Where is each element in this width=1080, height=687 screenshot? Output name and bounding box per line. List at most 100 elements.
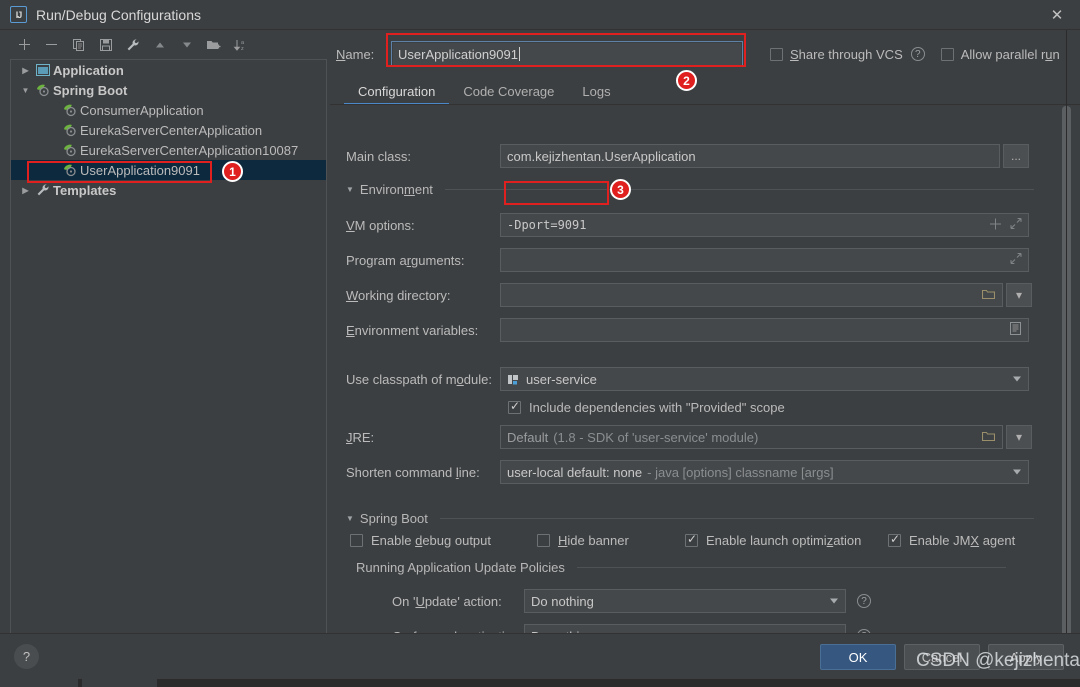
environment-variables-label: Environment variables: (346, 322, 479, 338)
question-icon[interactable]: ? (857, 594, 871, 608)
on-update-action-label: On 'Update' action: (392, 593, 502, 609)
main-class-input[interactable]: com.kejizhentan.UserApplication (500, 144, 1000, 168)
annotation-badge-3: 3 (610, 179, 631, 200)
tree-item-eureka-server-center-application[interactable]: EurekaServerCenterApplication (11, 120, 326, 140)
jre-label: JRE: (346, 429, 375, 445)
share-through-vcs-checkbox[interactable] (770, 47, 783, 61)
hide-banner-row: Hide banner (537, 533, 629, 548)
share-through-vcs-label: Share through VCS (790, 46, 903, 62)
chevron-down-icon[interactable]: ▼ (346, 185, 354, 194)
jre-input[interactable]: Default (1.8 - SDK of 'user-service' mod… (500, 425, 1003, 449)
tree-item-user-application-9091[interactable]: UserApplication9091 (11, 160, 326, 180)
window-title: Run/Debug Configurations (36, 6, 201, 23)
enable-launch-optimization-label: Enable launch optimization (706, 533, 862, 548)
tree-item-label: Application (53, 62, 124, 78)
chevron-right-icon[interactable]: ▶ (17, 66, 34, 75)
expand-icon[interactable] (1010, 217, 1022, 233)
working-directory-label: Working directory: (346, 287, 451, 303)
main-class-value: com.kejizhentan.UserApplication (507, 148, 696, 164)
question-icon[interactable]: ? (910, 47, 925, 61)
shorten-command-line-combobox[interactable]: user-local default: none - java [options… (500, 460, 1029, 484)
use-classpath-of-module-row: Use classpath of module: user-service (330, 367, 1029, 391)
tab-configuration[interactable]: Configuration (344, 78, 450, 105)
jre-row: JRE: Default (1.8 - SDK of 'user-service… (330, 425, 1032, 449)
use-classpath-of-module-combobox[interactable]: user-service (500, 367, 1029, 391)
program-arguments-row: Program arguments: (330, 248, 1029, 272)
save-configuration-button[interactable] (93, 32, 118, 57)
sort-configurations-button[interactable]: a z (228, 32, 253, 57)
move-down-button[interactable] (174, 32, 199, 57)
environment-section-header[interactable]: ▼ Environment (346, 182, 1034, 197)
annotation-badge-2: 2 (676, 70, 697, 91)
vm-options-label: VM options: (346, 217, 415, 233)
vm-options-input[interactable]: -Dport=9091 (500, 213, 1029, 237)
chevron-down-icon[interactable]: ▼ (17, 86, 34, 95)
main-class-row: Main class: com.kejizhentan.UserApplicat… (330, 144, 1029, 168)
list-icon[interactable] (1010, 322, 1021, 338)
tree-item-label: EurekaServerCenterApplication (80, 122, 263, 138)
environment-variables-input[interactable] (500, 318, 1029, 342)
help-button[interactable]: ? (14, 644, 39, 669)
section-divider (444, 189, 1034, 190)
folder-icon[interactable] (981, 288, 996, 303)
shorten-command-line-value: user-local default: none (507, 464, 643, 480)
tab-logs[interactable]: Logs (568, 78, 624, 104)
shorten-command-line-hint: - java [options] classname [args] (647, 464, 834, 480)
add-vm-option-icon[interactable] (990, 218, 1001, 233)
hide-banner-checkbox[interactable] (537, 534, 550, 547)
program-arguments-input[interactable] (500, 248, 1029, 272)
working-directory-dropdown-button[interactable]: ▾ (1006, 283, 1032, 307)
expand-icon[interactable] (1010, 252, 1022, 268)
panel-right-edge (1066, 30, 1067, 633)
enable-jmx-agent-checkbox[interactable] (888, 532, 901, 547)
edit-templates-button[interactable] (120, 32, 145, 57)
on-update-action-value: Do nothing (531, 593, 594, 609)
tab-separator (330, 104, 1080, 105)
main-class-browse-button[interactable]: ... (1003, 144, 1029, 168)
main-class-label: Main class: (346, 148, 412, 164)
add-configuration-button[interactable] (12, 32, 37, 57)
chevron-down-icon[interactable] (1013, 376, 1021, 382)
program-arguments-label: Program arguments: (346, 252, 465, 268)
copy-configuration-button[interactable] (66, 32, 91, 57)
new-folder-button[interactable] (201, 32, 226, 57)
name-input[interactable]: UserApplication9091 (391, 41, 743, 67)
allow-parallel-run-label: Allow parallel run (960, 46, 1060, 62)
close-icon[interactable]: ✕ (1034, 0, 1080, 30)
remove-configuration-button[interactable] (39, 32, 64, 57)
tab-bar: Configuration Code Coverage Logs (344, 76, 1080, 105)
configurations-tree[interactable]: ▶ Application ▼ Spring Boot ConsumerAppl… (10, 59, 327, 637)
shorten-command-line-label: Shorten command line: (346, 464, 480, 480)
jre-dropdown-button[interactable]: ▾ (1006, 425, 1032, 449)
name-row: Name: UserApplication9091 Share through … (330, 38, 1080, 70)
ok-button[interactable]: OK (820, 644, 896, 670)
spring-boot-icon (61, 162, 79, 178)
move-up-button[interactable] (147, 32, 172, 57)
chevron-right-icon[interactable]: ▶ (17, 186, 34, 195)
chevron-down-icon[interactable]: ▼ (346, 514, 354, 523)
folder-icon[interactable] (981, 430, 996, 445)
tree-item-spring-boot[interactable]: ▼ Spring Boot (11, 80, 326, 100)
chevron-down-icon[interactable] (1013, 469, 1021, 475)
chevron-down-icon: ▾ (1015, 430, 1023, 444)
environment-section-title: Environment (359, 182, 433, 197)
tree-item-consumer-application[interactable]: ConsumerApplication (11, 100, 326, 120)
tree-item-eureka-server-center-application-10087[interactable]: EurekaServerCenterApplication10087 (11, 140, 326, 160)
tree-item-application[interactable]: ▶ Application (11, 60, 326, 80)
os-taskbar-strip (0, 679, 1080, 687)
on-update-action-combobox[interactable]: Do nothing (524, 589, 846, 613)
use-classpath-of-module-value: user-service (526, 371, 597, 387)
tree-item-templates[interactable]: ▶ Templates (11, 180, 326, 200)
enable-launch-optimization-checkbox[interactable] (685, 532, 698, 547)
enable-debug-output-checkbox[interactable] (350, 534, 363, 547)
chevron-down-icon[interactable] (830, 598, 838, 604)
tab-code-coverage[interactable]: Code Coverage (449, 78, 568, 104)
spring-boot-icon (61, 102, 79, 118)
on-update-action-row: On 'Update' action: Do nothing ? (330, 589, 871, 613)
working-directory-input[interactable] (500, 283, 1003, 307)
include-provided-scope-checkbox[interactable] (508, 399, 521, 414)
allow-parallel-run-checkbox[interactable] (940, 47, 954, 61)
spring-boot-section-header[interactable]: ▼ Spring Boot (346, 511, 1034, 526)
intellij-logo-icon: IJ (10, 6, 27, 23)
jre-value: Default (507, 429, 549, 445)
